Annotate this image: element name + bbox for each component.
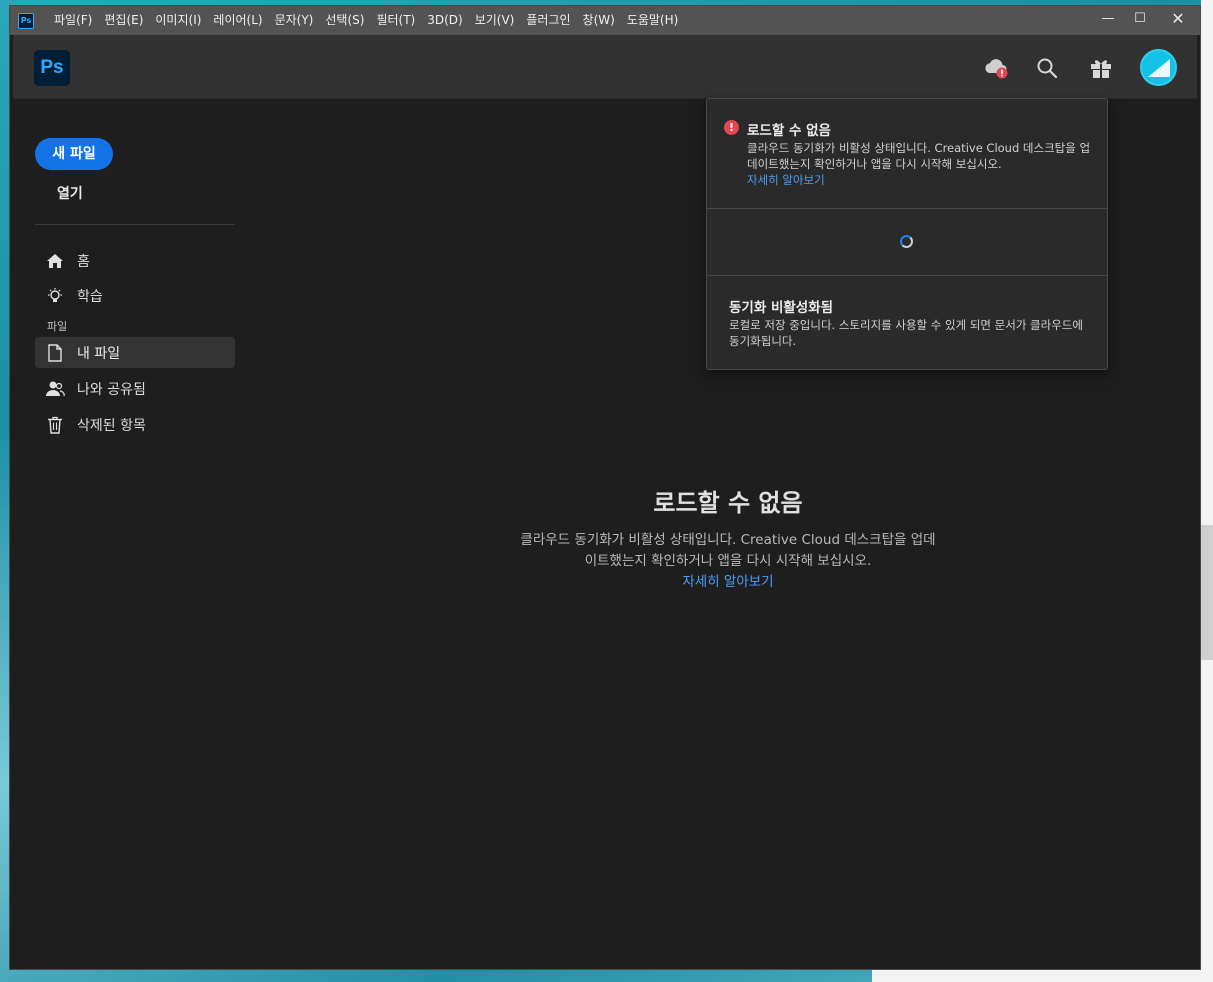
sidebar-divider (35, 224, 235, 225)
home-screen: Ps 새 파일 열기 홈 학습 파일 내 파일 나와 공유됨 삭제된 항목 로드… (13, 35, 1197, 966)
sidebar-item-label: 홈 (77, 253, 90, 270)
app-mini-icon[interactable]: Ps (18, 12, 34, 29)
section-label-files: 파일 (47, 320, 68, 333)
desktop-background-bottom (872, 968, 1213, 982)
sidebar-item-label: 학습 (77, 288, 103, 305)
search-icon[interactable] (1034, 55, 1060, 81)
empty-state: 로드할 수 없음 클라우드 동기화가 비활성 상태입니다. Creative C… (493, 483, 963, 593)
loading-section (707, 209, 1107, 276)
desktop-background-right (1201, 0, 1213, 982)
sidebar-item-label: 삭제된 항목 (77, 417, 146, 434)
error-section: ! 로드할 수 없음 클라우드 동기화가 비활성 상태입니다. Creative… (707, 99, 1107, 209)
avatar[interactable] (1140, 49, 1177, 86)
trash-icon (45, 415, 65, 435)
menu-select[interactable]: 선택(S) (319, 6, 370, 35)
desktop-window-fragment (1201, 525, 1213, 660)
menu-help[interactable]: 도움말(H) (621, 6, 685, 35)
error-desc: 클라우드 동기화가 비활성 상태입니다. Creative Cloud 데스크탑… (747, 141, 1091, 171)
menu-edit[interactable]: 편집(E) (98, 6, 149, 35)
loading-spinner-icon (900, 235, 913, 248)
menu-view[interactable]: 보기(V) (469, 6, 521, 35)
home-header: Ps (13, 35, 1197, 99)
cloud-sync-popover: ! 로드할 수 없음 클라우드 동기화가 비활성 상태입니다. Creative… (706, 98, 1108, 370)
open-button[interactable]: 열기 (57, 183, 83, 203)
sync-title: 동기화 비활성화됨 (729, 300, 834, 316)
lightbulb-icon (45, 286, 65, 306)
menu-layer[interactable]: 레이어(L) (207, 6, 268, 35)
window-controls: — ☐ ✕ (1092, 6, 1200, 35)
menu-bar: 파일(F) 편집(E) 이미지(I) 레이어(L) 문자(Y) 선택(S) 필터… (48, 6, 684, 35)
menu-type[interactable]: 문자(Y) (269, 6, 320, 35)
popover-learn-more-link[interactable]: 자세히 알아보기 (747, 172, 825, 188)
menu-window[interactable]: 창(W) (577, 6, 621, 35)
sync-desc: 로컬로 저장 중입니다. 스토리지를 사용할 수 있게 되면 문서가 클라우드에… (729, 318, 1083, 348)
document-icon (45, 343, 65, 363)
sidebar-item-learn[interactable]: 학습 (35, 280, 235, 311)
sidebar-item-label: 나와 공유됨 (77, 381, 146, 398)
new-file-button[interactable]: 새 파일 (35, 138, 113, 170)
menu-filter[interactable]: 필터(T) (370, 6, 421, 35)
photoshop-logo: Ps (34, 50, 70, 86)
menu-file[interactable]: 파일(F) (48, 6, 98, 35)
photoshop-window: Ps 파일(F) 편집(E) 이미지(I) 레이어(L) 문자(Y) 선택(S)… (9, 5, 1201, 970)
empty-state-title: 로드할 수 없음 (653, 489, 803, 517)
sidebar-item-label: 내 파일 (77, 345, 121, 362)
menu-3d[interactable]: 3D(D) (421, 6, 468, 35)
maximize-button[interactable]: ☐ (1124, 6, 1156, 30)
sidebar-item-deleted[interactable]: 삭제된 항목 (35, 409, 235, 440)
learn-more-link[interactable]: 자세히 알아보기 (493, 572, 963, 593)
sync-section: 동기화 비활성화됨 로컬로 저장 중입니다. 스토리지를 사용할 수 있게 되면… (707, 276, 1107, 370)
error-icon: ! (724, 120, 739, 135)
menu-image[interactable]: 이미지(I) (149, 6, 207, 35)
people-icon (45, 379, 65, 399)
title-bar: Ps 파일(F) 편집(E) 이미지(I) 레이어(L) 문자(Y) 선택(S)… (10, 6, 1200, 35)
empty-state-desc-line1: 클라우드 동기화가 비활성 상태입니다. Creative Cloud 데스크탑… (520, 532, 936, 548)
sidebar-item-my-files[interactable]: 내 파일 (35, 337, 235, 368)
sidebar-item-home[interactable]: 홈 (35, 245, 235, 276)
menu-plugins[interactable]: 플러그인 (520, 6, 576, 35)
gift-icon[interactable] (1088, 55, 1114, 81)
home-icon (45, 251, 65, 271)
sidebar-item-shared[interactable]: 나와 공유됨 (35, 373, 235, 404)
close-button[interactable]: ✕ (1156, 6, 1200, 30)
cloud-error-icon[interactable] (983, 55, 1009, 81)
error-title: 로드할 수 없음 (747, 123, 831, 139)
minimize-button[interactable]: — (1092, 6, 1124, 30)
empty-state-desc-line2: 이트했는지 확인하거나 앱을 다시 시작해 보십시오. (584, 553, 872, 569)
